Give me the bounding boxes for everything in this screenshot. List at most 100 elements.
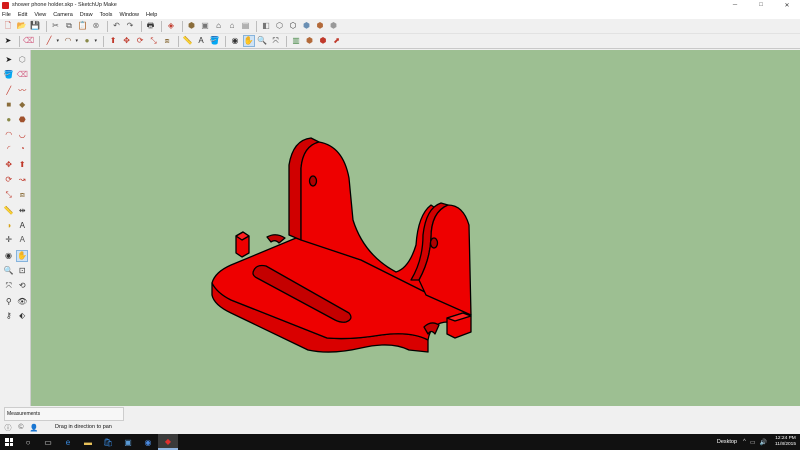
shaded-textures-button[interactable]: ⬢ bbox=[314, 20, 326, 32]
credits-icon[interactable]: © bbox=[16, 423, 26, 432]
wireframe-button[interactable]: ⬡ bbox=[274, 20, 286, 32]
zoom-tool-button[interactable]: 🔍 bbox=[3, 265, 15, 277]
position-camera-button[interactable]: ⚲ bbox=[3, 296, 15, 308]
three-point-arc-button[interactable]: ◜ bbox=[3, 143, 15, 155]
measurements-box[interactable]: Measurements bbox=[4, 407, 124, 421]
text-tool-button[interactable]: A bbox=[17, 220, 29, 232]
components-button[interactable]: ⬢ bbox=[304, 35, 316, 47]
freehand-tool-button[interactable]: 〰 bbox=[17, 85, 29, 97]
previous-view-button[interactable]: ⟲ bbox=[17, 280, 29, 292]
two-point-arc-button[interactable]: ◡ bbox=[17, 129, 29, 141]
chevron-down-icon[interactable]: ▾ bbox=[95, 38, 98, 44]
task-view-taskbar-button[interactable]: ▭ bbox=[38, 434, 58, 450]
zoom-extents-tool-button[interactable]: ⤧ bbox=[3, 280, 15, 292]
hidden-line-button[interactable]: ⬡ bbox=[287, 20, 299, 32]
line-tool-button[interactable]: ╱ bbox=[3, 85, 15, 97]
xray-button[interactable]: ◧ bbox=[260, 20, 272, 32]
volume-icon[interactable]: 🔊 bbox=[760, 439, 767, 446]
redo-button[interactable]: ↷ bbox=[124, 20, 136, 32]
edge-taskbar-button[interactable]: e bbox=[58, 434, 78, 450]
menu-edit[interactable]: Edit bbox=[18, 12, 27, 18]
show-hidden-icons-icon[interactable]: ^ bbox=[743, 439, 746, 445]
chevron-down-icon[interactable]: ▾ bbox=[57, 38, 60, 44]
push-pull-tool-button[interactable]: ⬆ bbox=[17, 159, 29, 171]
chevron-down-icon[interactable]: ▾ bbox=[76, 38, 79, 44]
menu-view[interactable]: View bbox=[34, 12, 46, 18]
circle-tool-button[interactable]: ● bbox=[3, 114, 15, 126]
iso-view-button[interactable]: ⬢ bbox=[186, 20, 198, 32]
rotated-rectangle-button[interactable]: ◆ bbox=[17, 99, 29, 111]
eraser-tool-button[interactable]: ⌫ bbox=[17, 69, 29, 81]
polygon-tool-button[interactable]: ⬣ bbox=[17, 114, 29, 126]
warehouse-button[interactable]: ▥ bbox=[290, 35, 302, 47]
print-button[interactable]: 🖶 bbox=[145, 20, 157, 32]
modeling-viewport[interactable] bbox=[31, 50, 800, 406]
share-model-button[interactable]: ⬈ bbox=[331, 35, 343, 47]
3d-text-tool-button[interactable]: A bbox=[17, 234, 29, 246]
photos-taskbar-button[interactable]: ▣ bbox=[118, 434, 138, 450]
follow-me-button[interactable]: ↝ bbox=[17, 174, 29, 186]
file-explorer-taskbar-button[interactable]: ▬ bbox=[78, 434, 98, 450]
menu-file[interactable]: File bbox=[2, 12, 11, 18]
search-taskbar-button[interactable]: ○ bbox=[18, 434, 38, 450]
shape-button[interactable]: ● bbox=[81, 35, 93, 47]
zoom-window-button[interactable]: ⊡ bbox=[17, 265, 29, 277]
clock[interactable]: 12:24 PM 11/8/2015 bbox=[775, 436, 796, 448]
cut-button[interactable]: ✂ bbox=[50, 20, 62, 32]
model-info-button[interactable]: ◈ bbox=[165, 20, 177, 32]
arc-tool-button[interactable]: ◠ bbox=[3, 129, 15, 141]
open-button[interactable]: 📂 bbox=[16, 20, 28, 32]
store-taskbar-button[interactable]: 🛍 bbox=[98, 434, 118, 450]
eraser-button[interactable]: ⌫ bbox=[23, 35, 35, 47]
menu-help[interactable]: Help bbox=[146, 12, 157, 18]
pan-tool-button[interactable]: ✋ bbox=[16, 250, 28, 263]
dimension-tool-button[interactable]: ⇹ bbox=[17, 205, 29, 217]
menu-tools[interactable]: Tools bbox=[100, 12, 113, 18]
move-tool-button[interactable]: ✥ bbox=[3, 159, 15, 171]
rectangle-tool-button[interactable]: ■ bbox=[3, 99, 15, 111]
paste-button[interactable]: 📋 bbox=[77, 20, 89, 32]
offset-tool-button[interactable]: ⧈ bbox=[17, 189, 29, 201]
undo-button[interactable]: ↶ bbox=[111, 20, 123, 32]
monochrome-button[interactable]: ⬢ bbox=[328, 20, 340, 32]
minimize-button[interactable]: ─ bbox=[722, 0, 748, 10]
look-around-button[interactable]: 👁 bbox=[17, 296, 29, 308]
zoom-extents-button[interactable]: ⤧ bbox=[270, 35, 282, 47]
walk-tool-button[interactable]: ⚷ bbox=[3, 310, 15, 322]
orbit-button[interactable]: ◉ bbox=[229, 35, 241, 47]
paint-bucket-button[interactable]: 🪣 bbox=[209, 35, 221, 47]
maximize-button[interactable]: □ bbox=[748, 0, 774, 10]
make-component-button[interactable]: ⬡ bbox=[17, 54, 29, 66]
rotate-button[interactable]: ⟳ bbox=[134, 35, 146, 47]
close-button[interactable]: ✕ bbox=[774, 0, 800, 10]
top-view-button[interactable]: ▣ bbox=[199, 20, 211, 32]
user-icon[interactable]: 👤 bbox=[29, 423, 39, 432]
pan-button[interactable]: ✋ bbox=[242, 35, 255, 47]
pie-tool-button[interactable]: ◔ bbox=[17, 143, 29, 155]
erase-button[interactable]: ⊗ bbox=[90, 20, 102, 32]
select-button[interactable]: ➤ bbox=[2, 35, 14, 47]
select-tool-button[interactable]: ➤ bbox=[3, 54, 15, 66]
paint-tool-button[interactable]: 🪣 bbox=[3, 69, 15, 81]
menu-window[interactable]: Window bbox=[119, 12, 139, 18]
geo-location-icon[interactable]: ⓘ bbox=[3, 423, 13, 432]
menu-camera[interactable]: Camera bbox=[53, 12, 73, 18]
section-plane-button[interactable]: ⬖ bbox=[17, 310, 29, 322]
move-button[interactable]: ✥ bbox=[121, 35, 133, 47]
right-view-button[interactable]: ⌂ bbox=[226, 20, 238, 32]
copy-button[interactable]: ⧉ bbox=[63, 20, 75, 32]
new-button[interactable]: 🗋 bbox=[2, 20, 14, 32]
scale-button[interactable]: ⤡ bbox=[148, 35, 160, 47]
battery-icon[interactable]: ▭ bbox=[750, 439, 756, 446]
back-view-button[interactable]: ▤ bbox=[240, 20, 252, 32]
orbit-tool-button[interactable]: ◉ bbox=[3, 250, 14, 262]
arc-button[interactable]: ◠ bbox=[62, 35, 74, 47]
scale-tool-button[interactable]: ⤡ bbox=[3, 189, 15, 201]
front-view-button[interactable]: ⌂ bbox=[213, 20, 225, 32]
push-pull-button[interactable]: ⬆ bbox=[107, 35, 119, 47]
rotate-tool-button[interactable]: ⟳ bbox=[3, 174, 15, 186]
extension-warehouse-button[interactable]: ⬢ bbox=[317, 35, 329, 47]
tape-measure-button[interactable]: 📏 bbox=[182, 35, 194, 47]
save-button[interactable]: 💾 bbox=[29, 20, 41, 32]
start-button[interactable] bbox=[0, 434, 18, 450]
